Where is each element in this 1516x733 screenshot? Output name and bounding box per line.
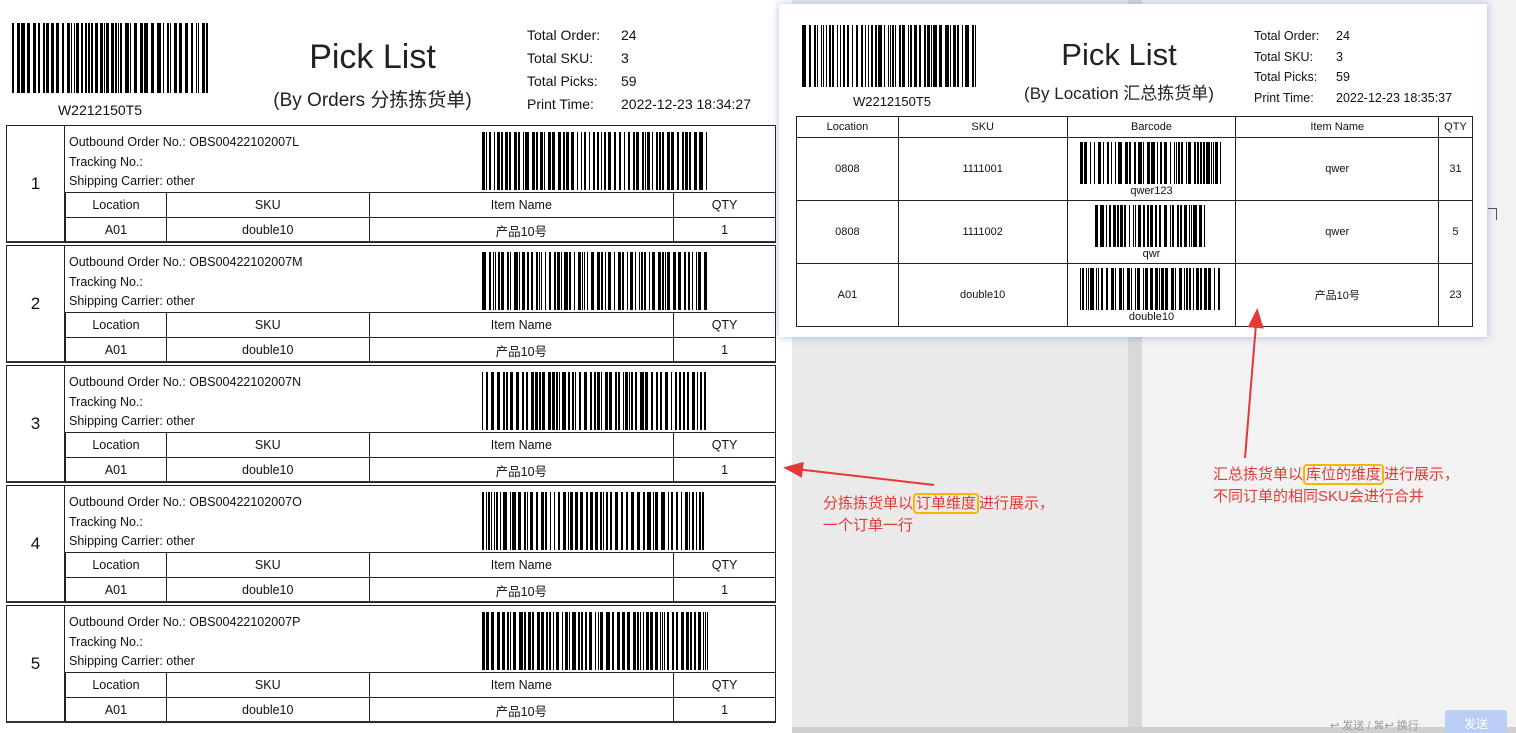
- annotation-by-location: 汇总拣货单以 库位的维度 进行展示， 不同订单的相同SKU会进行合并: [1213, 464, 1459, 508]
- arrow-to-location-list: [1244, 308, 1264, 459]
- annotation-by-orders: 分拣拣货单以 订单维度 进行展示， 一个订单一行: [823, 493, 1054, 537]
- corner-bracket-icon: [1488, 208, 1497, 220]
- annotation-text: 分拣拣货单以: [823, 495, 914, 512]
- send-hint: ↩ 发送 / ⌘↩ 换行: [1330, 720, 1419, 732]
- annotation-text: 进行展示，: [1384, 466, 1460, 483]
- annotation-highlight: 库位的维度: [1303, 464, 1385, 485]
- send-button[interactable]: 发送: [1445, 710, 1507, 733]
- annotation-text: 进行展示，: [979, 495, 1055, 512]
- annotation-highlight: 订单维度: [913, 493, 980, 514]
- annotation-text: 不同订单的相同SKU会进行合并: [1213, 488, 1424, 505]
- annotation-text: 一个订单一行: [823, 517, 914, 534]
- annotation-arrows: [783, 308, 1264, 486]
- annotation-text: 汇总拣货单以: [1213, 466, 1304, 483]
- arrow-to-order-list: [783, 461, 935, 486]
